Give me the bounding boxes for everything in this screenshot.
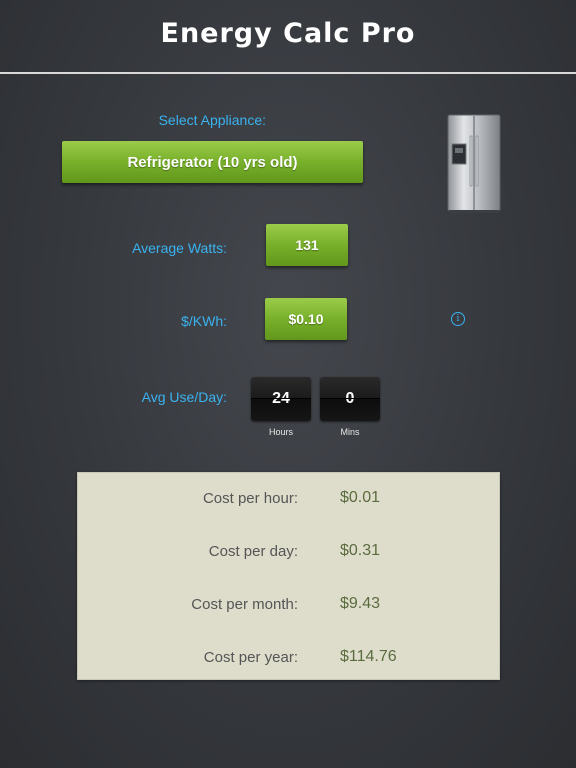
select-appliance-label: Select Appliance: [158, 112, 266, 128]
rate-button[interactable]: $0.10 [265, 298, 347, 340]
app-title: Energy Calc Pro [160, 18, 416, 49]
cost-month-value: $9.43 [340, 595, 381, 612]
refrigerator-icon [447, 114, 501, 213]
mins-caption: Mins [340, 427, 360, 437]
avg-use-label: Avg Use/Day: [141, 389, 227, 405]
cost-month-label: Cost per month: [191, 596, 298, 613]
cost-hour-value: $0.01 [340, 489, 381, 506]
hours-value: 24 [272, 390, 290, 407]
cost-day-value: $0.31 [340, 542, 381, 559]
cost-year-value: $114.76 [340, 648, 397, 665]
cost-results-panel: Cost per hour: $0.01 Cost per day: $0.31… [77, 472, 500, 680]
average-watts-value: 131 [295, 237, 319, 253]
rate-value: $0.10 [288, 311, 324, 327]
average-watts-button[interactable]: 131 [266, 224, 348, 266]
appliance-select-button[interactable]: Refrigerator (10 yrs old) [62, 141, 363, 183]
header-divider [0, 72, 576, 74]
info-icon[interactable]: i [451, 312, 465, 326]
cost-year-label: Cost per year: [203, 649, 298, 666]
rate-label: $/KWh: [181, 313, 227, 329]
cost-hour-label: Cost per hour: [202, 490, 298, 507]
hours-picker[interactable]: 24 [251, 377, 311, 421]
cost-day-label: Cost per day: [208, 543, 298, 560]
average-watts-label: Average Watts: [132, 240, 227, 256]
mins-picker[interactable]: 0 [320, 377, 380, 421]
appliance-select-value: Refrigerator (10 yrs old) [127, 153, 298, 171]
mins-value: 0 [345, 390, 355, 407]
hours-caption: Hours [268, 427, 293, 437]
